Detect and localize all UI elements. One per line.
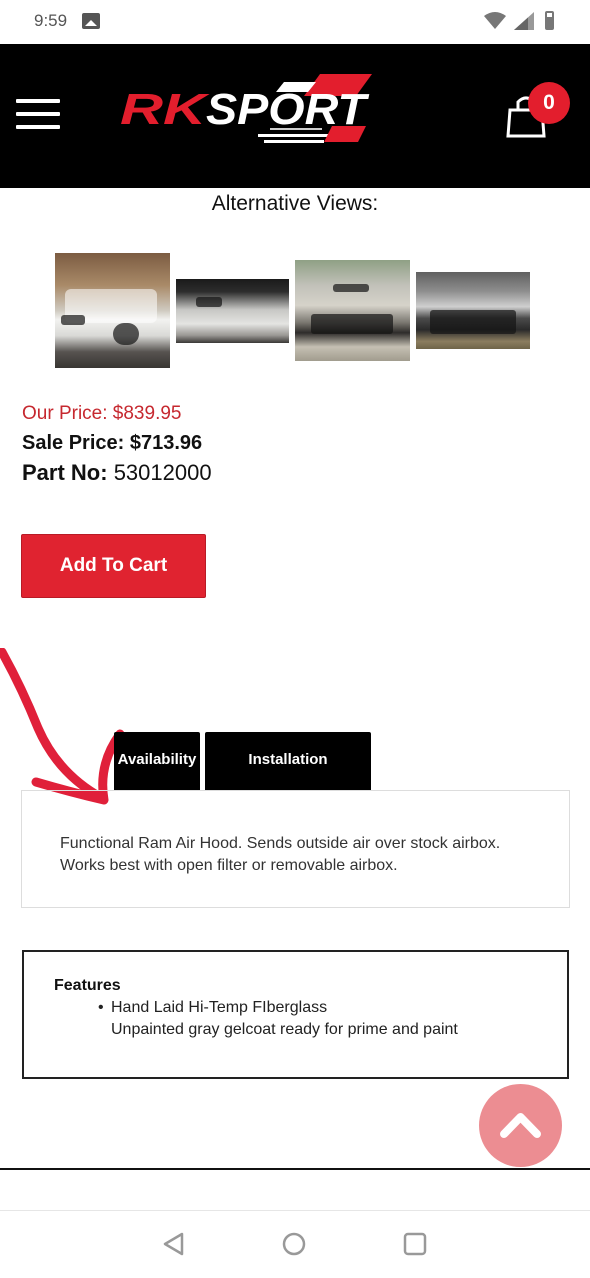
- part-number: Part No: 53012000: [22, 460, 212, 486]
- footer-divider: [0, 1168, 590, 1170]
- description-line-1: Functional Ram Air Hood. Sends outside a…: [60, 835, 501, 852]
- add-to-cart-button[interactable]: Add To Cart: [21, 534, 206, 598]
- alt-views-title: Alternative Views:: [211, 192, 379, 215]
- status-bar: 9:59: [0, 0, 590, 44]
- features-bullet: •: [98, 999, 104, 1016]
- wifi-icon: [484, 12, 506, 29]
- our-price: Our Price: $839.95: [22, 403, 182, 424]
- scroll-to-top-button[interactable]: [479, 1084, 562, 1167]
- features-item-line-1: Hand Laid Hi-Temp FIberglass: [111, 999, 328, 1016]
- thumbnail-hood-front-view[interactable]: [295, 260, 410, 361]
- rksport-logo[interactable]: RK SPORT: [118, 72, 376, 148]
- part-number-label: Part No:: [22, 460, 108, 485]
- features-box: Features • Hand Laid Hi-Temp FIberglass …: [22, 950, 569, 1079]
- battery-icon: [545, 11, 554, 30]
- logo-text-rk: RK: [120, 85, 210, 134]
- chevron-up-icon: [500, 1113, 541, 1138]
- back-icon[interactable]: [160, 1231, 186, 1257]
- hamburger-menu-icon[interactable]: [16, 99, 60, 133]
- logo-text-sport: SPORT: [206, 85, 369, 134]
- tab-availability[interactable]: Availability: [114, 732, 200, 790]
- system-nav-bar: [0, 1210, 590, 1278]
- recent-apps-icon[interactable]: [403, 1232, 427, 1256]
- thumbnail-hood-closeup[interactable]: [176, 279, 289, 343]
- status-time: 9:59: [34, 11, 68, 30]
- tab-installation-instructions[interactable]: Installation Instructions: [205, 732, 371, 824]
- thumbnail-truck-front-view[interactable]: [55, 253, 170, 368]
- features-item-line-2: Unpainted gray gelcoat ready for prime a…: [111, 1021, 458, 1038]
- sale-price: Sale Price: $713.96: [22, 432, 203, 454]
- home-icon[interactable]: [281, 1231, 307, 1257]
- features-title: Features: [54, 977, 121, 994]
- image-icon: [82, 13, 100, 29]
- signal-icon: [514, 12, 534, 30]
- thumbnail-engine-bay-view[interactable]: [416, 272, 530, 349]
- description-panel: Functional Ram Air Hood. Sends outside a…: [21, 790, 570, 908]
- cart-count-badge[interactable]: 0: [528, 82, 570, 124]
- part-number-value: 53012000: [113, 460, 212, 485]
- description-line-2: Works best with open filter or removable…: [60, 857, 398, 874]
